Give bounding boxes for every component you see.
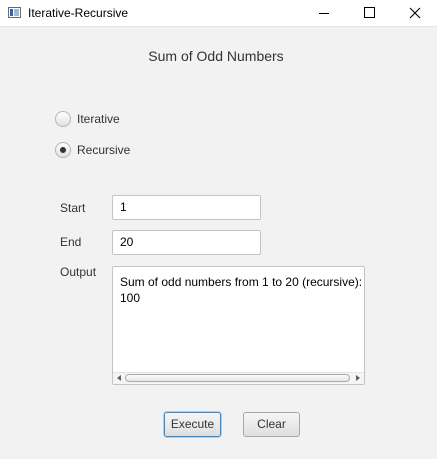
radio-iterative[interactable]: Iterative <box>55 110 120 128</box>
maximize-icon[interactable] <box>346 0 392 26</box>
start-input[interactable]: 1 <box>112 195 261 220</box>
radio-recursive[interactable]: Recursive <box>55 141 130 159</box>
radio-circle-icon[interactable] <box>55 111 71 127</box>
start-label: Start <box>60 201 86 215</box>
window-title: Iterative-Recursive <box>28 6 129 20</box>
minimize-icon[interactable] <box>300 0 346 26</box>
output-textarea[interactable]: Sum of odd numbers from 1 to 20 (recursi… <box>112 266 365 385</box>
scroll-right-icon[interactable] <box>356 375 360 381</box>
title-bar: Iterative-Recursive <box>0 0 437 27</box>
output-text: Sum of odd numbers from 1 to 20 (recursi… <box>120 274 364 306</box>
scrollbar-thumb[interactable] <box>125 374 350 382</box>
page-title: Sum of Odd Numbers <box>148 48 284 64</box>
clear-button[interactable]: Clear <box>243 412 300 437</box>
output-line: Sum of odd numbers from 1 to 20 (recursi… <box>120 275 363 289</box>
execute-button[interactable]: Execute <box>164 412 221 437</box>
output-label: Output <box>60 265 97 279</box>
end-input[interactable]: 20 <box>112 230 261 255</box>
output-line: 100 <box>120 291 141 305</box>
radio-recursive-label[interactable]: Recursive <box>77 143 130 157</box>
end-label: End <box>60 235 82 249</box>
scroll-left-icon[interactable] <box>117 375 121 381</box>
radio-selected-icon[interactable] <box>55 142 71 158</box>
app-icon <box>8 7 21 18</box>
horizontal-scrollbar[interactable] <box>113 372 364 384</box>
radio-iterative-label[interactable]: Iterative <box>77 112 120 126</box>
close-icon[interactable] <box>392 0 437 26</box>
